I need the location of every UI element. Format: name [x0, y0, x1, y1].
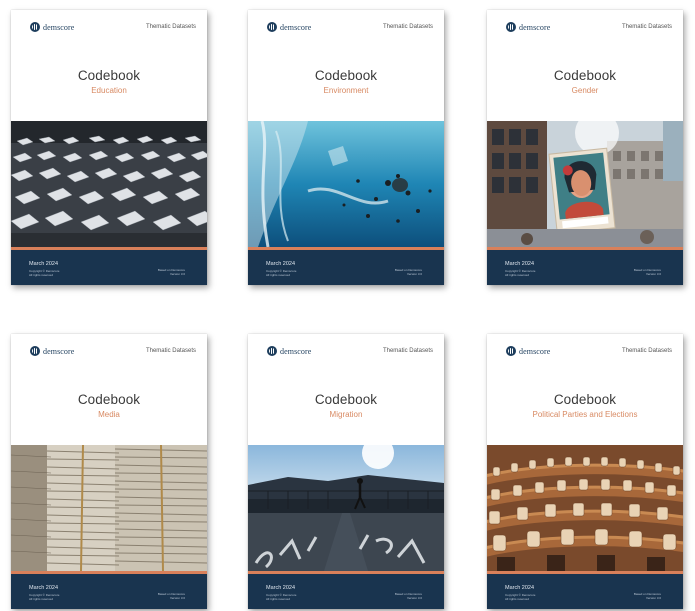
copyright-text: Copyright © Demscore All rights reserved [505, 269, 536, 277]
series-label: Thematic Datasets [382, 348, 433, 354]
codebook-title: Codebook [314, 392, 378, 407]
demscore-logo: demscore [506, 22, 550, 32]
cover-footer: March 2024 Copyright © Demscore All right… [248, 250, 444, 285]
codebook-topic: Media [98, 410, 120, 419]
version-text: Based on Demscore Version 3.0 [633, 268, 661, 276]
series-label: Thematic Datasets [145, 348, 196, 354]
version-text: Based on Demscore Version 3.0 [157, 592, 185, 600]
codebook-cover-migration[interactable]: demscore Thematic Datasets Codebook Migr… [248, 334, 444, 609]
title-block: Codebook Education [11, 68, 207, 95]
codebook-title: Codebook [77, 68, 141, 83]
newspaper-stacks-icon [11, 445, 207, 571]
codebook-topic: Environment [323, 86, 369, 95]
codebook-cover-education[interactable]: demscore Thematic Datasets Codebook Educ… [11, 10, 207, 285]
logo-text: demscore [280, 346, 312, 356]
title-block: Codebook Political Parties and Elections [487, 392, 683, 419]
cover-header: demscore Thematic Datasets [487, 334, 683, 358]
codebook-cover-environment[interactable]: demscore Thematic Datasets Codebook Envi… [248, 10, 444, 285]
series-label: Thematic Datasets [621, 348, 672, 354]
logo-text: demscore [280, 22, 312, 32]
copyright-text: Copyright © Demscore All rights reserved [266, 269, 297, 277]
publication-date: March 2024 [29, 585, 59, 591]
cover-header: demscore Thematic Datasets [487, 10, 683, 34]
copyright-text: Copyright © Demscore All rights reserved [266, 593, 297, 601]
copyright-text: Copyright © Demscore All rights reserved [29, 269, 60, 277]
codebook-topic: Political Parties and Elections [532, 410, 638, 419]
cover-footer: March 2024 Copyright © Demscore All right… [487, 574, 683, 609]
title-block: Codebook Migration [248, 392, 444, 419]
version-text: Based on Demscore Version 3.0 [394, 268, 422, 276]
publication-date: March 2024 [29, 261, 59, 267]
codebook-cover-gender[interactable]: demscore Thematic Datasets Codebook Gend… [487, 10, 683, 285]
copyright-text: Copyright © Demscore All rights reserved [29, 593, 60, 601]
codebook-title: Codebook [314, 68, 378, 83]
cover-header: demscore Thematic Datasets [11, 334, 207, 358]
demscore-logo: demscore [267, 22, 311, 32]
demscore-logo-icon [506, 22, 516, 32]
codebook-cover-media[interactable]: demscore Thematic Datasets Codebook Medi… [11, 334, 207, 609]
cover-footer: March 2024 Copyright © Demscore All right… [11, 574, 207, 609]
demscore-logo-icon [30, 22, 40, 32]
series-label: Thematic Datasets [145, 24, 196, 30]
graduation-caps-icon [11, 121, 207, 247]
codebook-topic: Migration [329, 410, 363, 419]
logo-text: demscore [519, 22, 551, 32]
demscore-logo-icon [30, 346, 40, 356]
title-block: Codebook Media [11, 392, 207, 419]
publication-date: March 2024 [505, 585, 535, 591]
codebook-title: Codebook [553, 68, 617, 83]
publication-date: March 2024 [266, 585, 296, 591]
cover-header: demscore Thematic Datasets [248, 10, 444, 34]
publication-date: March 2024 [505, 261, 535, 267]
codebook-title: Codebook [77, 392, 141, 407]
demscore-logo: demscore [30, 22, 74, 32]
cover-footer: March 2024 Copyright © Demscore All right… [248, 574, 444, 609]
title-block: Codebook Environment [248, 68, 444, 95]
cover-header: demscore Thematic Datasets [248, 334, 444, 358]
version-text: Based on Demscore Version 3.0 [633, 592, 661, 600]
demscore-logo: demscore [506, 346, 550, 356]
cover-footer: March 2024 Copyright © Demscore All right… [487, 250, 683, 285]
demscore-logo-icon [506, 346, 516, 356]
version-text: Based on Demscore Version 3.0 [394, 592, 422, 600]
series-label: Thematic Datasets [621, 24, 672, 30]
title-block: Codebook Gender [487, 68, 683, 95]
demscore-logo: demscore [30, 346, 74, 356]
cover-footer: March 2024 Copyright © Demscore All right… [11, 250, 207, 285]
version-text: Based on Demscore Version 3.0 [157, 268, 185, 276]
underwater-plastic-icon [248, 121, 444, 247]
demscore-logo: demscore [267, 346, 311, 356]
demscore-logo-icon [267, 346, 277, 356]
logo-text: demscore [519, 346, 551, 356]
city-protest-poster-icon [487, 121, 683, 247]
bridge-silhouette-icon [248, 445, 444, 571]
publication-date: March 2024 [266, 261, 296, 267]
logo-text: demscore [43, 22, 75, 32]
codebook-topic: Gender [571, 86, 599, 95]
codebook-cover-political-parties[interactable]: demscore Thematic Datasets Codebook Poli… [487, 334, 683, 609]
codebook-title: Codebook [553, 392, 617, 407]
codebook-topic: Education [91, 86, 127, 95]
copyright-text: Copyright © Demscore All rights reserved [505, 593, 536, 601]
demscore-logo-icon [267, 22, 277, 32]
logo-text: demscore [43, 346, 75, 356]
parliament-chamber-icon [487, 445, 683, 571]
cover-header: demscore Thematic Datasets [11, 10, 207, 34]
series-label: Thematic Datasets [382, 24, 433, 30]
